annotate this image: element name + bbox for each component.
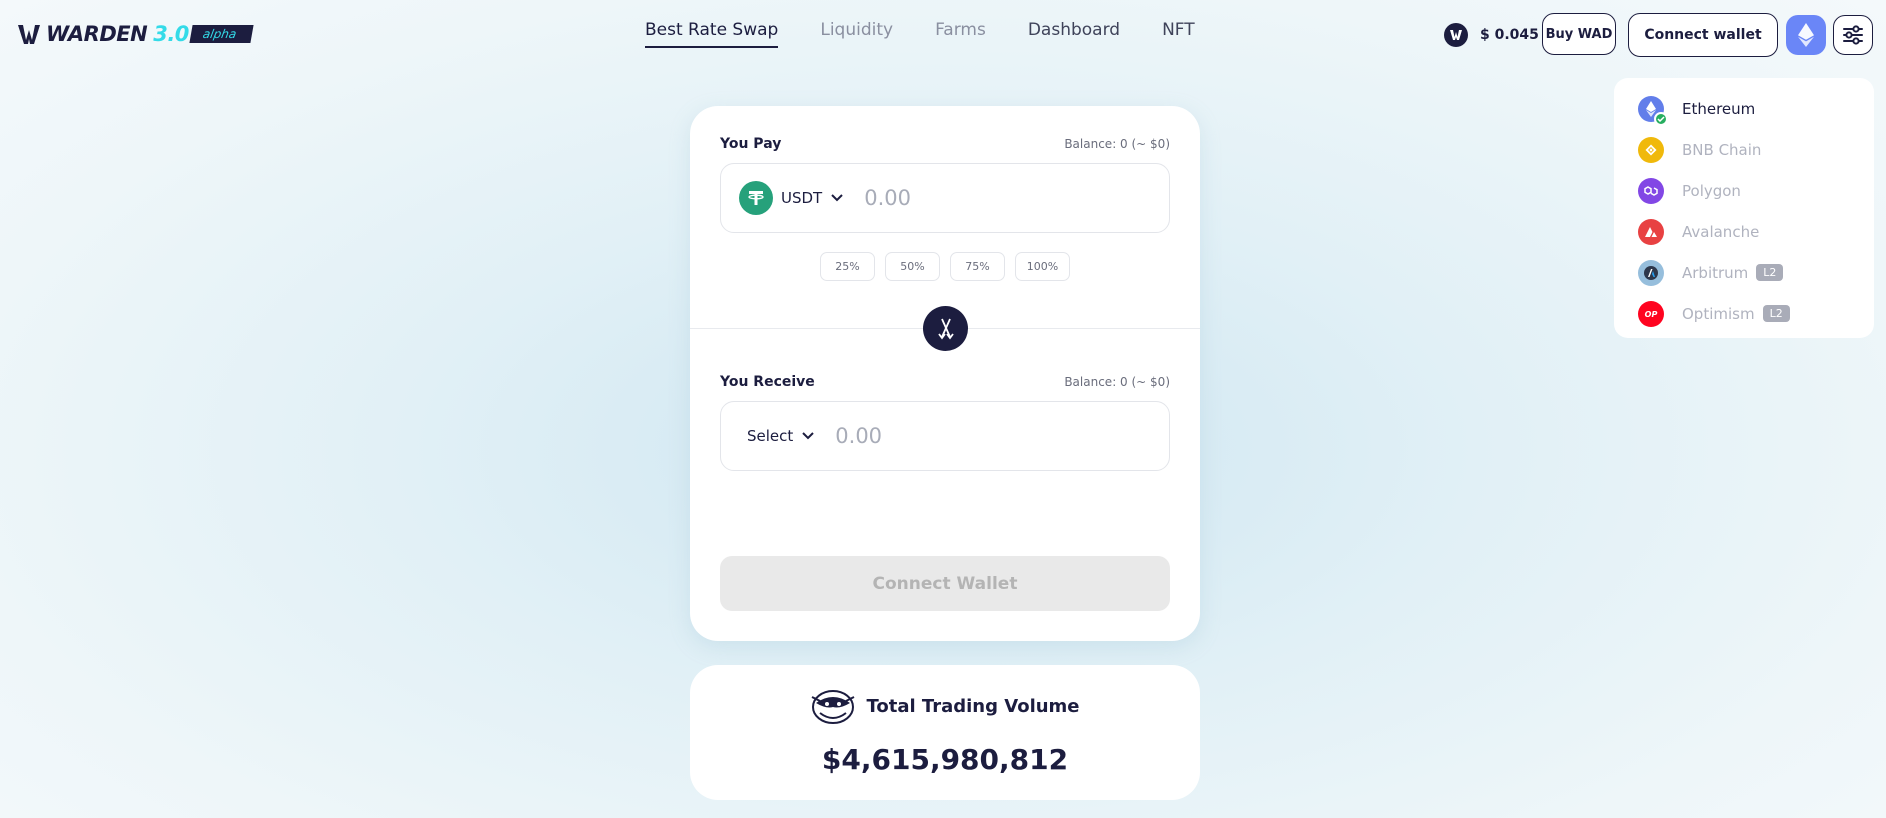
- layer2-badge: L2: [1762, 305, 1790, 322]
- nav-dashboard[interactable]: Dashboard: [1028, 20, 1120, 48]
- ethereum-icon: [1638, 95, 1668, 126]
- usdt-icon: [739, 181, 773, 215]
- layer2-badge: L2: [1756, 264, 1784, 281]
- warden-mascot-icon: [812, 690, 855, 724]
- network-selector-button[interactable]: [1786, 15, 1826, 55]
- swap-arrows-icon: [937, 318, 954, 339]
- wad-price-value: $ 0.045: [1480, 27, 1539, 43]
- network-item-bnb-chain[interactable]: BNB Chain: [1614, 129, 1874, 170]
- pay-token-selector[interactable]: USDT: [739, 181, 844, 215]
- network-item-arbitrum[interactable]: Arbitrum L2: [1614, 252, 1874, 293]
- wad-token-icon: [1444, 23, 1468, 47]
- receive-token-box: Select: [720, 401, 1170, 471]
- network-label: Arbitrum: [1682, 263, 1749, 282]
- connect-wallet-action-button[interactable]: Connect Wallet: [720, 556, 1170, 611]
- network-label: BNB Chain: [1682, 140, 1762, 159]
- optimism-icon: OP: [1638, 300, 1664, 327]
- buy-wad-button[interactable]: Buy WAD: [1542, 13, 1616, 55]
- settings-sliders-icon: [1843, 25, 1863, 45]
- pay-balance: Balance: 0 (~ $0): [1064, 137, 1170, 151]
- warden-logo-icon: [18, 25, 40, 44]
- bnb-icon: [1638, 136, 1664, 163]
- pay-token-symbol: USDT: [781, 189, 823, 207]
- settings-button[interactable]: [1833, 15, 1873, 55]
- percent-25-button[interactable]: 25%: [820, 252, 875, 281]
- trading-volume-title: Total Trading Volume: [866, 695, 1080, 717]
- polygon-icon: [1638, 177, 1664, 204]
- main-nav: Best Rate Swap Liquidity Farms Dashboard…: [645, 20, 1237, 48]
- nav-liquidity[interactable]: Liquidity: [820, 20, 893, 48]
- wad-price: $ 0.045: [1444, 23, 1539, 47]
- chevron-down-icon: [802, 432, 814, 440]
- chevron-down-icon: [831, 194, 843, 202]
- pay-amount-input[interactable]: [864, 186, 1145, 210]
- trading-volume-header: Total Trading Volume: [690, 687, 1200, 725]
- nav-best-rate-swap[interactable]: Best Rate Swap: [645, 20, 779, 48]
- swap-direction-button[interactable]: [923, 306, 968, 351]
- logo-version: 3.0: [153, 22, 189, 46]
- nav-farms[interactable]: Farms: [935, 20, 986, 48]
- percent-100-button[interactable]: 100%: [1015, 252, 1070, 281]
- network-item-avalanche[interactable]: Avalanche: [1614, 211, 1874, 252]
- logo-alpha-badge: alpha: [189, 25, 254, 43]
- svg-text:OP: OP: [1645, 310, 1658, 319]
- pay-token-box: USDT: [720, 163, 1170, 233]
- top-bar: WARDEN 3.0 alpha Best Rate Swap Liquidit…: [0, 0, 1886, 70]
- network-item-ethereum[interactable]: Ethereum: [1614, 88, 1874, 129]
- network-item-optimism[interactable]: OP Optimism L2: [1614, 293, 1874, 334]
- warden-logo[interactable]: WARDEN 3.0 alpha: [16, 22, 254, 46]
- receive-balance: Balance: 0 (~ $0): [1064, 375, 1170, 389]
- ethereum-icon: [1798, 23, 1814, 47]
- network-label: Avalanche: [1682, 222, 1760, 241]
- trading-volume-card: Total Trading Volume $4,615,980,812: [690, 665, 1200, 800]
- network-label: Ethereum: [1682, 99, 1756, 118]
- percent-50-button[interactable]: 50%: [885, 252, 940, 281]
- arbitrum-icon: [1638, 259, 1664, 286]
- network-label: Polygon: [1682, 181, 1741, 200]
- connect-wallet-button[interactable]: Connect wallet: [1628, 13, 1778, 57]
- swap-card: You Pay Balance: 0 (~ $0) USDT 25% 50% 7…: [690, 106, 1200, 641]
- receive-token-select-label: Select: [747, 427, 794, 445]
- you-pay-label: You Pay: [720, 136, 782, 152]
- network-label: Optimism: [1682, 304, 1755, 323]
- receive-token-selector[interactable]: Select: [747, 427, 815, 445]
- trading-volume-value: $4,615,980,812: [821, 743, 1069, 776]
- percent-75-button[interactable]: 75%: [950, 252, 1005, 281]
- receive-amount-input[interactable]: [835, 424, 1136, 448]
- you-receive-label: You Receive: [720, 374, 815, 390]
- selected-check-icon: [1654, 111, 1668, 126]
- network-dropdown: Ethereum BNB Chain Polygon Avalanche Arb…: [1614, 78, 1874, 338]
- avalanche-icon: [1638, 218, 1664, 245]
- nav-nft[interactable]: NFT: [1162, 20, 1195, 48]
- percent-buttons: 25% 50% 75% 100%: [820, 252, 1080, 281]
- network-item-polygon[interactable]: Polygon: [1614, 170, 1874, 211]
- logo-wordmark: WARDEN: [46, 22, 148, 46]
